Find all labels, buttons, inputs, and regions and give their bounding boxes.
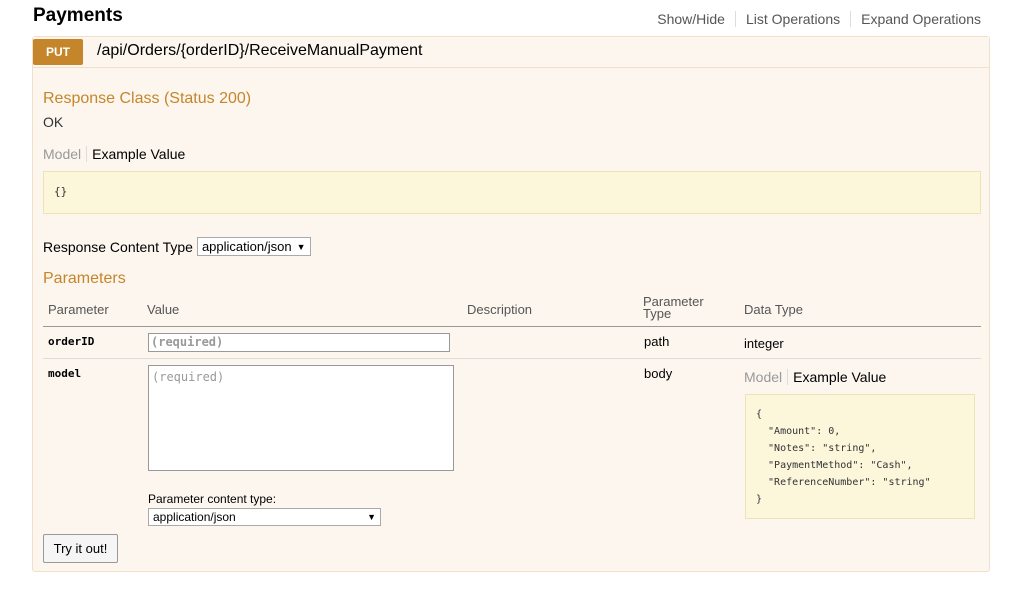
orderid-input[interactable]: (required)	[148, 333, 450, 352]
section-heading: Payments Show/Hide List Operations Expan…	[33, 5, 988, 31]
operation-heading[interactable]: PUT /api/Orders/{orderID}/ReceiveManualP…	[33, 37, 989, 68]
header-data-type: Data Type	[744, 302, 804, 317]
chevron-down-icon: ▼	[367, 512, 376, 522]
response-sample: {}	[43, 171, 981, 214]
response-content-type-select[interactable]: application/json ▼	[196, 237, 311, 256]
show-hide-link[interactable]: Show/Hide	[647, 11, 735, 27]
list-operations-link[interactable]: List Operations	[734, 11, 850, 27]
response-class-value: OK	[43, 114, 64, 130]
param-type-model: body	[644, 366, 673, 381]
parameters-table: Parameter Value Description Parameter Ty…	[43, 293, 981, 593]
chevron-down-icon: ▼	[296, 241, 306, 252]
tab-model[interactable]: Model	[43, 146, 88, 162]
operation-path[interactable]: /api/Orders/{orderID}/ReceiveManualPayme…	[97, 42, 423, 60]
data-type-orderid: integer	[744, 336, 784, 351]
response-class-title: Response Class (Status 200)	[43, 90, 252, 107]
section-links: Show/Hide List Operations Expand Operati…	[647, 11, 981, 27]
param-content-type-select[interactable]: application/json ▼	[148, 508, 381, 526]
model-textarea[interactable]: (required)	[148, 365, 454, 471]
param-name-orderid: orderID	[48, 335, 95, 348]
parameters-title: Parameters	[43, 270, 126, 287]
param-name-model: model	[48, 367, 82, 380]
model-tab-example-value[interactable]: Example Value	[788, 369, 886, 385]
header-value: Value	[147, 302, 180, 317]
response-content-type-row: Response Content Type application/json ▼	[43, 237, 311, 256]
header-description: Description	[467, 302, 533, 317]
try-it-out-button[interactable]: Try it out!	[43, 534, 118, 563]
param-content-type-label: Parameter content type:	[148, 492, 277, 506]
param-type-orderid: path	[644, 334, 670, 349]
header-divider	[43, 326, 981, 327]
response-content-type-label: Response Content Type	[43, 238, 193, 255]
model-example-value[interactable]: { "Amount": 0, "Notes": "string", "Payme…	[745, 394, 975, 519]
operation-panel: PUT /api/Orders/{orderID}/ReceiveManualP…	[32, 36, 990, 572]
http-method-badge[interactable]: PUT	[33, 39, 83, 65]
tab-example-value[interactable]: Example Value	[87, 146, 185, 162]
section-title[interactable]: Payments	[33, 5, 123, 27]
row-divider	[43, 358, 981, 359]
model-tabs: Model Example Value	[744, 369, 886, 385]
expand-operations-link[interactable]: Expand Operations	[850, 11, 981, 27]
model-tab-model[interactable]: Model	[744, 369, 789, 385]
header-parameter: Parameter	[48, 302, 109, 317]
param-content-type-value: application/json	[153, 510, 236, 524]
response-model-tabs: Model Example Value	[43, 146, 185, 162]
response-content-type-value: application/json	[201, 239, 292, 254]
header-parameter-type: Parameter Type	[643, 294, 704, 321]
